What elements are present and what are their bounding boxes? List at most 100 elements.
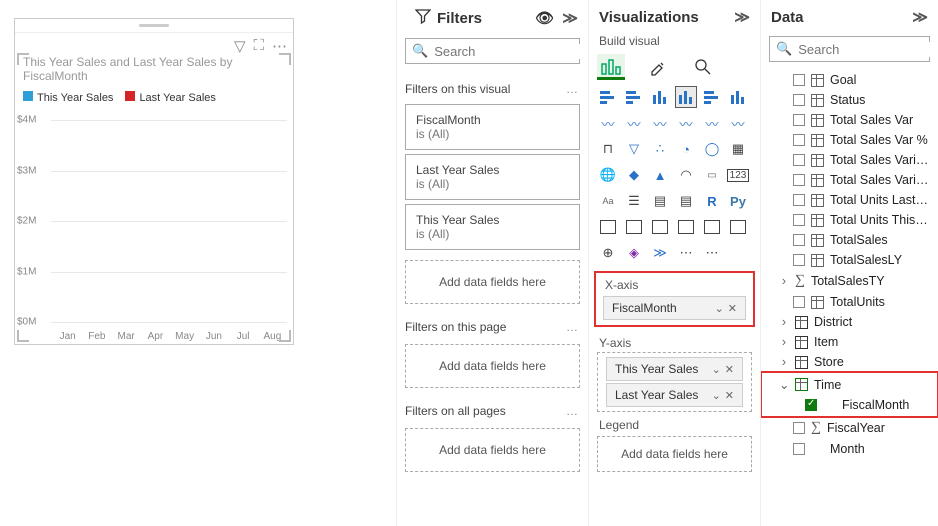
tab-analytics[interactable] [689, 54, 717, 80]
eye-icon[interactable]: 👁 [535, 9, 554, 27]
data-field[interactable]: Month [761, 439, 938, 459]
filter-icon[interactable]: ▽ [234, 37, 246, 55]
data-field[interactable]: TotalSales [761, 230, 938, 250]
field-pill-xaxis[interactable]: FiscalMonth⌄ ✕ [603, 296, 746, 320]
remove-field-icon[interactable]: ✕ [725, 389, 734, 402]
viz-type-ribbon[interactable]: 〰 [727, 112, 749, 134]
chevron-down-icon[interactable]: ⌄ [712, 363, 721, 376]
viz-type-multi-card[interactable]: Aa [597, 190, 619, 212]
data-field[interactable]: TotalSalesLY [761, 250, 938, 270]
viz-type-clustered-bar[interactable] [623, 86, 645, 108]
legend-dropzone[interactable]: Add data fields here [597, 436, 752, 472]
data-table[interactable]: ›Store [761, 352, 938, 372]
filter-card[interactable]: This Year Salesis (All) [405, 204, 580, 250]
filters-search[interactable]: 🔍 [405, 38, 580, 64]
data-table[interactable]: ›District [761, 312, 938, 332]
viz-type-narrative[interactable] [675, 216, 697, 238]
data-field[interactable]: Total Sales Vari… [761, 150, 938, 170]
field-pill-yaxis[interactable]: Last Year Sales⌄ ✕ [606, 383, 743, 407]
field-pill-yaxis[interactable]: This Year Sales⌄ ✕ [606, 357, 743, 381]
add-filter-dropzone[interactable]: Add data fields here [405, 344, 580, 388]
viz-type-stacked-area[interactable]: 〰 [649, 112, 671, 134]
collapse-icon[interactable]: ≫ [562, 9, 578, 27]
data-field-measure[interactable]: ›∑TotalSalesTY [761, 270, 938, 292]
data-field[interactable]: Total Sales Var % [761, 130, 938, 150]
data-table-time[interactable]: ⌄Time [761, 374, 938, 395]
viz-type-treemap[interactable]: ▦ [727, 138, 749, 160]
viz-type-pie[interactable]: ◔ [675, 138, 697, 160]
search-input[interactable] [434, 44, 588, 59]
more-icon[interactable]: … [566, 320, 580, 334]
viz-type-automate[interactable]: ≫ [649, 242, 671, 264]
remove-field-icon[interactable]: ✕ [728, 302, 737, 315]
resize-handle[interactable] [17, 330, 29, 342]
chevron-down-icon[interactable]: ⌄ [712, 389, 721, 402]
viz-type-map[interactable]: 🌐 [597, 164, 619, 186]
data-field-fiscalmonth[interactable]: FiscalMonth [761, 395, 938, 415]
viz-type-kpi[interactable]: 123 [727, 164, 749, 186]
viz-type-line-stacked[interactable]: 〰 [675, 112, 697, 134]
viz-type-stacked-bar-100[interactable] [701, 86, 723, 108]
collapse-icon[interactable]: ≫ [912, 8, 928, 26]
filter-card[interactable]: FiscalMonthis (All) [405, 104, 580, 150]
viz-type-donut[interactable]: ◯ [701, 138, 723, 160]
collapse-icon[interactable]: ≫ [734, 8, 750, 26]
add-filter-dropzone[interactable]: Add data fields here [405, 428, 580, 472]
viz-type-goals[interactable] [701, 216, 723, 238]
viz-type-card[interactable]: ▭ [701, 164, 723, 186]
viz-type-qa[interactable] [649, 216, 671, 238]
data-field[interactable]: Total Sales Vari… [761, 170, 938, 190]
viz-type-line-clustered[interactable]: 〰 [701, 112, 723, 134]
viz-type-ellipsis[interactable]: ⋯ [701, 242, 723, 264]
data-field[interactable]: Goal [761, 70, 938, 90]
remove-field-icon[interactable]: ✕ [725, 363, 734, 376]
viz-type-more-visuals[interactable]: ⋯ [675, 242, 697, 264]
chart-visual[interactable]: ▽ ⛶ ⋯ This Year Sales and Last Year Sale… [14, 18, 294, 345]
viz-type-waterfall[interactable]: ⊓ [597, 138, 619, 160]
chevron-down-icon[interactable]: ⌄ [715, 302, 724, 315]
viz-type-line[interactable]: 〰 [597, 112, 619, 134]
data-field[interactable]: Total Sales Var [761, 110, 938, 130]
viz-type-clustered-column[interactable] [675, 86, 697, 108]
viz-type-scatter[interactable]: ∴ [649, 138, 671, 160]
viz-type-powerapps[interactable]: ◈ [623, 242, 645, 264]
viz-type-stacked-bar[interactable] [597, 86, 619, 108]
viz-type-decomposition[interactable] [623, 216, 645, 238]
yaxis-well[interactable]: This Year Sales⌄ ✕ Last Year Sales⌄ ✕ [597, 352, 752, 412]
data-field[interactable]: ∑FiscalYear [761, 417, 938, 439]
focus-mode-icon[interactable]: ⛶ [253, 37, 264, 55]
viz-type-azure-map[interactable]: ▲ [649, 164, 671, 186]
data-field[interactable]: TotalUnits [761, 292, 938, 312]
resize-handle[interactable] [17, 53, 29, 65]
viz-type-paginated[interactable] [727, 216, 749, 238]
viz-type-filled-map[interactable]: ◆ [623, 164, 645, 186]
data-table[interactable]: ›Item [761, 332, 938, 352]
viz-type-arcgis[interactable]: ⊕ [597, 242, 619, 264]
data-field[interactable]: Total Units Last… [761, 190, 938, 210]
viz-type-stacked-column[interactable] [649, 86, 671, 108]
more-icon[interactable]: … [566, 404, 580, 418]
resize-handle[interactable] [279, 53, 291, 65]
viz-type-area[interactable]: 〰 [623, 112, 645, 134]
viz-type-matrix[interactable]: ▤ [675, 190, 697, 212]
more-icon[interactable]: … [566, 82, 580, 96]
viz-type-table[interactable]: ▤ [649, 190, 671, 212]
report-canvas[interactable]: ▽ ⛶ ⋯ This Year Sales and Last Year Sale… [0, 0, 396, 526]
visual-drag-handle[interactable] [15, 19, 293, 33]
data-field[interactable]: Status [761, 90, 938, 110]
viz-type-key-influencers[interactable] [597, 216, 619, 238]
data-field[interactable]: Total Units This… [761, 210, 938, 230]
viz-type-r[interactable]: R [701, 190, 723, 212]
tab-build-visual[interactable] [597, 54, 625, 80]
search-input[interactable] [798, 42, 938, 57]
data-search[interactable]: 🔍 [769, 36, 930, 62]
viz-type-slicer[interactable]: ☰ [623, 190, 645, 212]
tab-format-visual[interactable] [643, 54, 671, 80]
add-filter-dropzone[interactable]: Add data fields here [405, 260, 580, 304]
viz-type-clustered-column-100[interactable] [727, 86, 749, 108]
viz-type-funnel[interactable]: ▽ [623, 138, 645, 160]
filter-card[interactable]: Last Year Salesis (All) [405, 154, 580, 200]
viz-type-python[interactable]: Py [727, 190, 749, 212]
resize-handle[interactable] [279, 330, 291, 342]
viz-type-gauge[interactable]: ◠ [675, 164, 697, 186]
